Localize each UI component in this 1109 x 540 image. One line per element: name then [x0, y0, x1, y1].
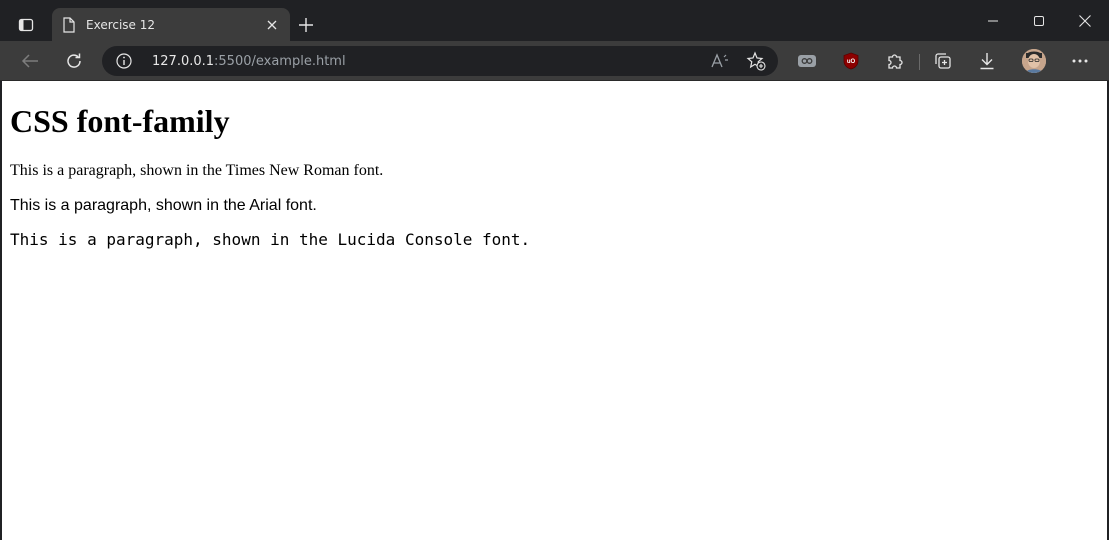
download-icon	[980, 53, 994, 70]
profile-avatar[interactable]	[1022, 49, 1046, 73]
window-close-button[interactable]	[1062, 6, 1108, 36]
maximize-button[interactable]	[1016, 6, 1062, 36]
more-horizontal-icon	[1072, 59, 1088, 63]
read-aloud-button[interactable]	[710, 51, 730, 71]
add-favorite-button[interactable]	[746, 51, 766, 71]
paragraph-arial: This is a paragraph, shown in the Arial …	[10, 197, 317, 214]
avatar-image	[1022, 49, 1046, 73]
svg-text:uO: uO	[847, 59, 856, 65]
ublock-shield-icon: uO	[843, 52, 859, 70]
star-plus-icon	[746, 51, 766, 71]
maximize-icon	[1034, 16, 1044, 26]
paragraph-lucida-console: This is a paragraph, shown in the Lucida…	[10, 230, 531, 249]
plus-icon	[299, 18, 313, 32]
tab-actions-button[interactable]	[10, 9, 42, 41]
page-viewport: CSS font-family This is a paragraph, sho…	[0, 81, 1109, 540]
tab-actions-icon	[18, 18, 34, 32]
infinity-extension-icon	[798, 55, 816, 67]
minimize-icon	[988, 20, 998, 22]
back-button[interactable]	[16, 47, 44, 75]
toolbar-divider	[919, 54, 920, 70]
settings-more-button[interactable]	[1066, 47, 1094, 75]
browser-toolbar: 127.0.0.1:5500/example.html uO	[0, 41, 1109, 81]
address-bar[interactable]: 127.0.0.1:5500/example.html	[102, 46, 778, 76]
minimize-button[interactable]	[970, 6, 1016, 36]
info-icon[interactable]	[116, 53, 132, 69]
extension-button[interactable]	[793, 47, 821, 75]
refresh-icon	[67, 53, 81, 68]
arrow-left-icon	[21, 54, 38, 68]
puzzle-icon	[888, 54, 903, 69]
refresh-button[interactable]	[60, 47, 88, 75]
tab-title: Exercise 12	[86, 18, 156, 32]
paragraph-times-new-roman: This is a paragraph, shown in the Times …	[10, 162, 384, 179]
collections-button[interactable]	[929, 47, 957, 75]
downloads-button[interactable]	[973, 47, 1001, 75]
browser-window: Exercise 12 127.0.0.1:5500/example.html …	[0, 0, 1109, 540]
tab-exercise-12[interactable]: Exercise 12	[52, 8, 290, 42]
close-icon	[1079, 15, 1091, 27]
tab-strip: Exercise 12	[0, 0, 1109, 42]
url-path: :5500/example.html	[214, 54, 346, 69]
new-tab-button[interactable]	[294, 13, 318, 37]
document-icon	[63, 17, 75, 33]
url-text[interactable]: 127.0.0.1:5500/example.html	[152, 54, 346, 69]
url-host: 127.0.0.1	[152, 54, 215, 69]
close-icon	[267, 20, 277, 30]
tab-close-button[interactable]	[264, 17, 280, 33]
collections-icon	[935, 53, 951, 69]
page-heading: CSS font-family	[10, 103, 230, 139]
read-aloud-icon	[711, 53, 728, 68]
extensions-button[interactable]	[881, 47, 909, 75]
ublock-button[interactable]: uO	[837, 47, 865, 75]
